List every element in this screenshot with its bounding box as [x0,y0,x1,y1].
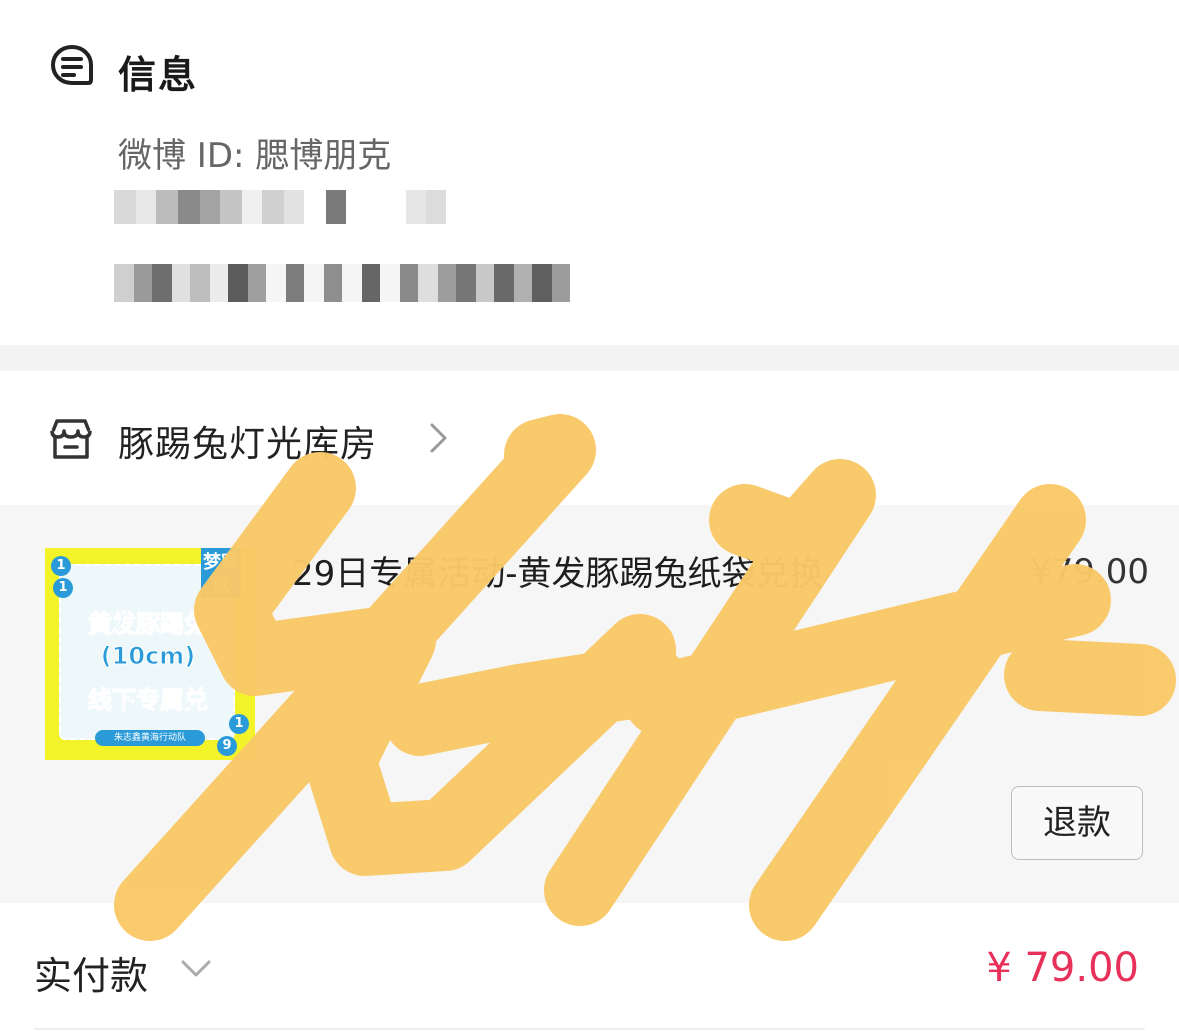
thumbnail-corner-text: 梦寐以 [201,548,241,598]
thumbnail-footer: 朱志鑫黄海行动队 [95,730,205,746]
thumbnail-line3: 线下专属兑 [88,686,209,715]
order-item[interactable]: 梦寐以 1 1 1 9 黄发豚踢兔 (10cm) 线下专属兑 朱志鑫黄海行动队 … [0,505,1179,903]
redacted-address [114,264,570,302]
chevron-right-icon[interactable] [428,421,450,455]
weibo-id: 微博 ID: 腮博朋克 [118,136,392,176]
store-name[interactable]: 豚踢兔灯光库房 [118,415,377,467]
payment-row[interactable]: 实付款 ¥ 79.00 [0,903,1179,1031]
product-thumbnail[interactable]: 梦寐以 1 1 1 9 黄发豚踢兔 (10cm) 线下专属兑 朱志鑫黄海行动队 [45,548,255,760]
thumbnail-line2: (10cm) [100,642,196,671]
store-header[interactable]: 豚踢兔灯光库房 [0,371,1179,505]
payment-label[interactable]: 实付款 [34,945,148,1000]
info-title: 信息 [118,53,199,97]
thumbnail-dot: 1 [53,578,73,598]
redacted-phone [114,190,446,224]
message-list-icon [51,45,93,85]
thumbnail-dot: 9 [217,736,237,756]
thumbnail-dot: 1 [51,556,71,576]
refund-button[interactable]: 退款 [1011,786,1143,860]
bottom-divider [34,1028,1145,1030]
thumbnail-line1: 黄发豚踢兔 [88,610,209,639]
product-price: ¥79.00 [1030,552,1149,592]
info-section: 信息 微博 ID: 腮博朋克 [0,0,1179,345]
storefront-icon [50,419,92,459]
section-divider [0,345,1179,371]
payment-amount: ¥ 79.00 [986,945,1139,991]
chevron-down-icon[interactable] [180,959,212,979]
thumbnail-dot: 1 [229,714,249,734]
product-title[interactable]: 29日专属活动-黄发豚踢兔纸袋兑换 [292,552,852,596]
